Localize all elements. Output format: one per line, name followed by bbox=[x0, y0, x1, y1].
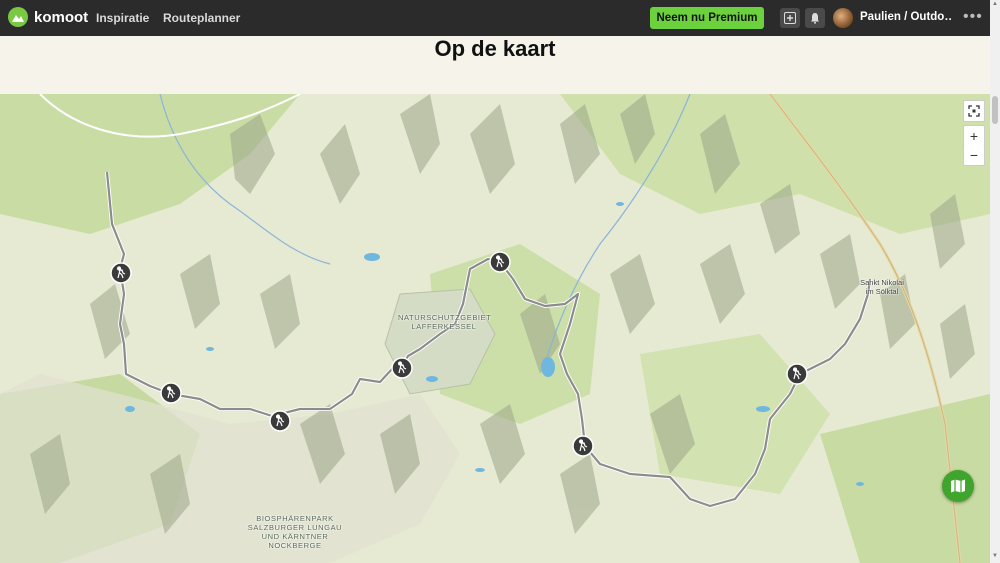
waypoint[interactable] bbox=[160, 382, 182, 404]
plus-box-icon bbox=[784, 12, 796, 24]
waypoint[interactable] bbox=[110, 262, 132, 284]
more-menu-icon[interactable]: ••• bbox=[963, 8, 983, 26]
map-view[interactable]: NATURSCHUTZGEBIET LAFFERKESSEL BIOSPHÄRE… bbox=[0, 94, 990, 563]
avatar[interactable] bbox=[833, 8, 853, 28]
minus-icon: − bbox=[969, 147, 979, 163]
route-line[interactable] bbox=[105, 171, 872, 508]
zoom-out-button[interactable]: − bbox=[963, 145, 985, 166]
premium-button[interactable]: Neem nu Premium bbox=[650, 7, 764, 29]
section-heading: Op de kaart bbox=[0, 36, 990, 94]
label-naturschutzgebiet: NATURSCHUTZGEBIET LAFFERKESSEL bbox=[398, 313, 492, 331]
zoom-in-button[interactable]: + bbox=[963, 125, 985, 147]
scroll-down-icon[interactable]: ▼ bbox=[992, 553, 998, 559]
scroll-thumb[interactable] bbox=[992, 96, 998, 124]
waypoint[interactable] bbox=[269, 410, 291, 432]
nav-routeplanner[interactable]: Routeplanner bbox=[163, 11, 240, 25]
waypoint[interactable] bbox=[786, 363, 808, 385]
bell-icon bbox=[811, 13, 819, 24]
komoot-logo[interactable]: komoot bbox=[8, 7, 88, 27]
page-title: Op de kaart bbox=[434, 36, 556, 61]
nav-inspiratie[interactable]: Inspiratie bbox=[96, 11, 149, 25]
label-biosphaerenpark: BIOSPHÄRENPARK SALZBURGER LUNGAU UND KÄR… bbox=[247, 514, 343, 550]
page-scrollbar[interactable]: ▲ ▼ bbox=[990, 0, 1000, 563]
waypoint[interactable] bbox=[391, 357, 413, 379]
plus-icon: + bbox=[969, 128, 979, 144]
user-menu[interactable]: Paulien / Outdo… bbox=[860, 11, 952, 23]
label-sankt-nikolai: Sankt Nikolai im Sölktal bbox=[860, 278, 904, 296]
waypoint[interactable] bbox=[489, 251, 511, 273]
map-icon bbox=[951, 479, 965, 493]
komoot-logo-icon bbox=[8, 7, 28, 27]
scroll-up-icon[interactable]: ▲ bbox=[992, 1, 998, 7]
notifications-button[interactable] bbox=[805, 8, 825, 28]
fullscreen-button[interactable] bbox=[963, 100, 985, 122]
brand-name: komoot bbox=[34, 8, 89, 26]
top-navigation-bar: komoot Inspiratie Routeplanner Neem nu P… bbox=[0, 0, 990, 36]
map-layers-button[interactable] bbox=[942, 470, 974, 502]
create-button[interactable] bbox=[780, 8, 800, 28]
waypoint[interactable] bbox=[572, 435, 594, 457]
route-overlay bbox=[105, 171, 872, 508]
fullscreen-icon bbox=[968, 105, 980, 117]
